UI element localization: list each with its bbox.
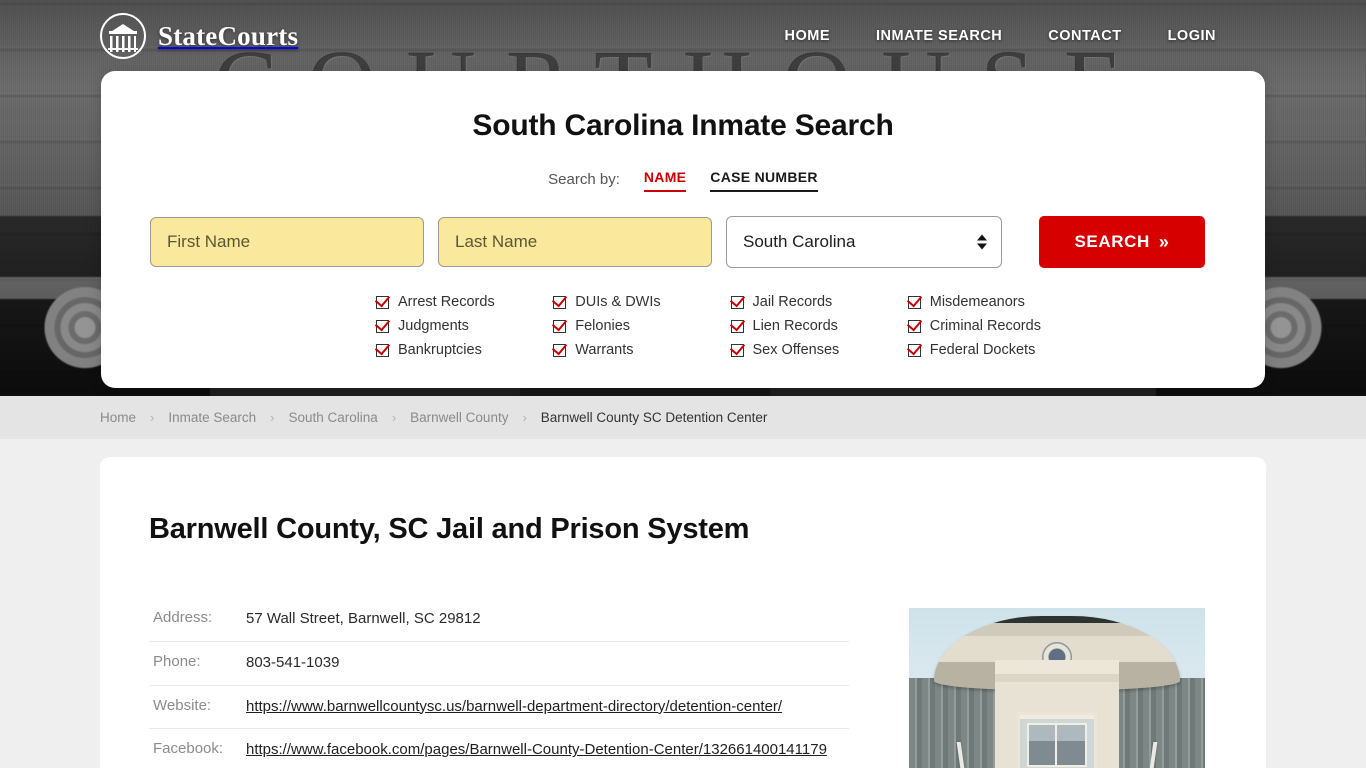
detail-label-address: Address: [153, 609, 213, 626]
state-select-value: South Carolina [743, 232, 856, 251]
facility-card: Barnwell County, SC Jail and Prison Syst… [100, 457, 1266, 768]
search-by-label: Search by: [548, 171, 620, 188]
nav-item-contact[interactable]: CONTACT [1048, 28, 1121, 44]
brand-logo-link[interactable]: StateCourts [100, 13, 298, 59]
detail-value-phone: 803-541-1039 [246, 653, 340, 671]
checkbox-checked-icon [376, 295, 389, 309]
record-type-item[interactable]: Federal Dockets [907, 338, 1085, 362]
detention-center-photo [909, 608, 1205, 768]
breadcrumb-item-barnwell-county[interactable]: Barnwell County [410, 410, 508, 425]
website-link[interactable]: https://www.barnwellcountysc.us/barnwell… [246, 698, 782, 715]
search-by-tabs: Search by: NAME CASE NUMBER [101, 169, 1265, 192]
courthouse-circle-icon [100, 13, 146, 59]
nav-item-home[interactable]: HOME [785, 28, 831, 44]
record-type-label: Bankruptcies [398, 342, 482, 358]
search-card-title: South Carolina Inmate Search [472, 109, 894, 142]
page-title: Barnwell County, SC Jail and Prison Syst… [149, 513, 750, 545]
checkbox-checked-icon [376, 343, 389, 357]
table-row: Address: 57 Wall Street, Barnwell, SC 29… [149, 598, 849, 642]
chevron-right-icon: › [270, 410, 275, 425]
record-type-item[interactable]: Sex Offenses [730, 338, 908, 362]
inmate-search-card: South Carolina Inmate Search Search by: … [101, 71, 1265, 388]
record-type-label: Lien Records [752, 318, 838, 334]
detail-value-website: https://www.barnwellcountysc.us/barnwell… [246, 695, 782, 720]
record-type-label: Arrest Records [398, 294, 495, 310]
nav-item-login[interactable]: LOGIN [1168, 28, 1216, 44]
record-type-item[interactable]: Judgments [376, 314, 553, 338]
search-button-label: SEARCH [1074, 232, 1150, 251]
record-type-label: Jail Records [752, 294, 833, 310]
breadcrumb-item-current: Barnwell County SC Detention Center [540, 410, 768, 425]
record-type-item[interactable]: Arrest Records [376, 290, 553, 314]
record-type-item[interactable]: Felonies [553, 314, 730, 338]
checkbox-checked-icon [553, 319, 567, 333]
record-type-item[interactable]: Misdemeanors [907, 290, 1085, 314]
breadcrumb-item-inmate-search[interactable]: Inmate Search [168, 410, 256, 425]
search-form: South Carolina SEARCH » [101, 216, 1265, 268]
checkbox-checked-icon [730, 295, 744, 309]
checkbox-checked-icon [553, 295, 567, 309]
checkbox-checked-icon [907, 343, 921, 357]
last-name-input[interactable] [438, 217, 712, 267]
detail-value-address: 57 Wall Street, Barnwell, SC 29812 [246, 610, 481, 627]
record-type-label: Sex Offenses [752, 342, 840, 358]
content-area: Barnwell County, SC Jail and Prison Syst… [0, 439, 1366, 768]
detail-value-facebook: https://www.facebook.com/pages/Barnwell-… [246, 738, 827, 763]
record-type-label: Warrants [575, 342, 634, 358]
record-type-checklist: Arrest Records DUIs & DWIs Jail Records … [101, 268, 1265, 362]
record-type-label: Felonies [575, 318, 631, 334]
checkbox-checked-icon [376, 319, 389, 333]
chevron-updown-icon [977, 234, 987, 250]
record-type-item[interactable]: Jail Records [730, 290, 908, 314]
breadcrumb: Home › Inmate Search › South Carolina › … [0, 396, 1366, 439]
checkbox-checked-icon [730, 319, 744, 333]
double-chevron-right-icon: » [1158, 231, 1170, 252]
record-type-item[interactable]: DUIs & DWIs [553, 290, 730, 314]
detail-label-phone: Phone: [153, 652, 201, 670]
table-row: Website: https://www.barnwellcountysc.us… [149, 686, 849, 730]
chevron-right-icon: › [150, 410, 155, 425]
record-type-label: Criminal Records [929, 318, 1041, 334]
hero-header: COURTHOUSE StateCourts HOME INMATE SEARC… [0, 0, 1366, 396]
table-row: Phone: 803-541-1039 [149, 642, 849, 686]
record-type-item[interactable]: Bankruptcies [376, 338, 553, 362]
brand-name: StateCourts [158, 20, 299, 51]
checkbox-checked-icon [553, 343, 567, 357]
record-type-item[interactable]: Warrants [553, 338, 730, 362]
main-nav: HOME INMATE SEARCH CONTACT LOGIN [785, 28, 1217, 44]
table-row: Facebook: https://www.facebook.com/pages… [149, 729, 849, 768]
detail-label-facebook: Facebook: [153, 740, 224, 758]
tab-case-number[interactable]: CASE NUMBER [710, 169, 818, 192]
facebook-link[interactable]: https://www.facebook.com/pages/Barnwell-… [246, 741, 827, 758]
checkbox-checked-icon [907, 319, 921, 333]
chevron-right-icon: › [391, 410, 397, 425]
facility-details-table: Address: 57 Wall Street, Barnwell, SC 29… [149, 598, 849, 768]
breadcrumb-item-home[interactable]: Home [100, 410, 136, 425]
tab-name[interactable]: NAME [643, 169, 687, 192]
checkbox-checked-icon [730, 343, 744, 357]
chevron-right-icon: › [522, 410, 527, 425]
top-navigation-bar: StateCourts HOME INMATE SEARCH CONTACT L… [0, 0, 1366, 72]
record-type-item[interactable]: Criminal Records [907, 314, 1085, 338]
search-button[interactable]: SEARCH » [1039, 216, 1205, 268]
checkbox-checked-icon [907, 295, 921, 309]
record-type-label: Judgments [398, 318, 469, 334]
first-name-input[interactable] [150, 217, 424, 267]
record-type-label: DUIs & DWIs [575, 294, 661, 310]
record-type-label: Federal Dockets [929, 342, 1036, 358]
record-type-item[interactable]: Lien Records [730, 314, 908, 338]
facility-details-layout: Address: 57 Wall Street, Barnwell, SC 29… [149, 598, 1217, 768]
breadcrumb-item-south-carolina[interactable]: South Carolina [289, 410, 378, 425]
record-type-label: Misdemeanors [929, 294, 1025, 310]
detail-label-website: Website: [153, 696, 212, 714]
state-select[interactable]: South Carolina [726, 216, 1002, 268]
nav-item-inmate-search[interactable]: INMATE SEARCH [876, 28, 1002, 44]
